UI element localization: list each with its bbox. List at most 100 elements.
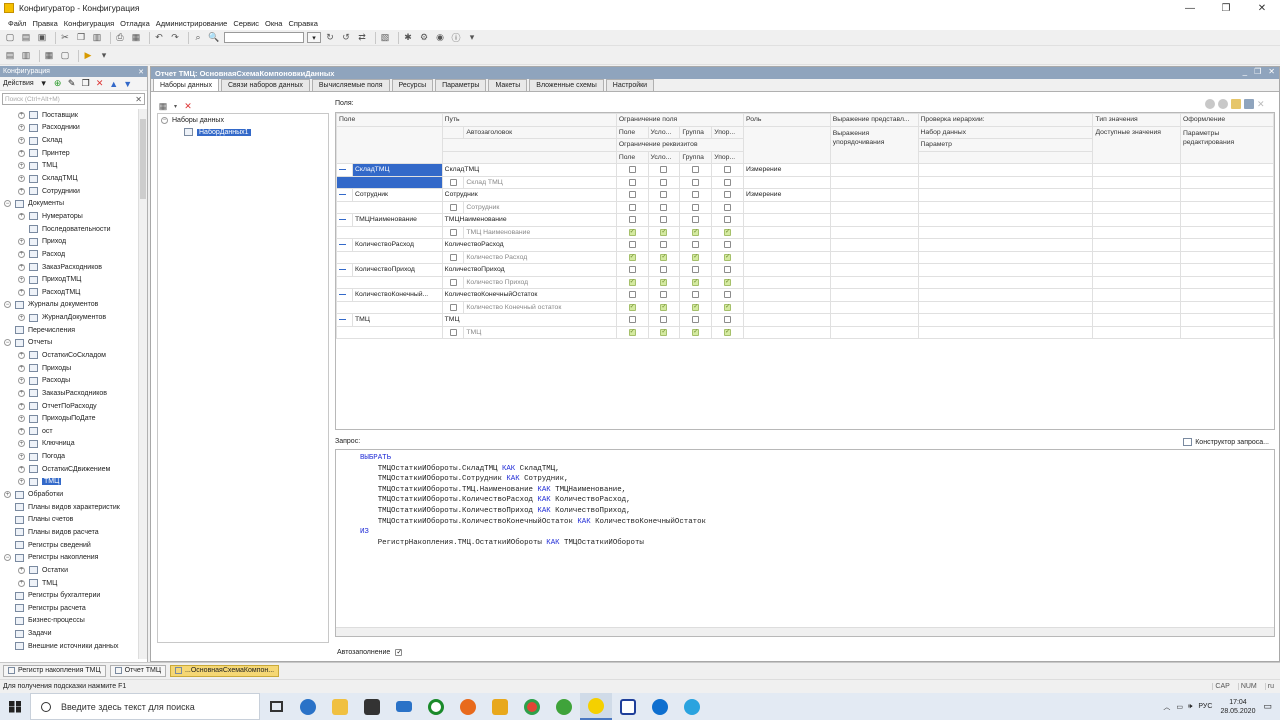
autotitle-checkbox[interactable] [449,328,457,336]
run-dropdown-icon[interactable]: ▾ [98,50,110,62]
expand-icon[interactable]: + [18,351,25,359]
taskbar-search[interactable]: Введите здесь текст для поиска [30,693,260,720]
expand-icon[interactable]: + [18,238,25,246]
tree-item[interactable]: Регистры бухгалтерии [0,589,138,602]
menu-item-3[interactable]: Отладка [120,19,150,28]
input-language[interactable]: РУС [1198,703,1212,710]
new-icon[interactable]: ▢ [4,32,16,44]
query-hscrollbar[interactable] [336,627,1274,636]
tree-item[interactable]: + ост [0,425,138,438]
restrict-field-checkbox[interactable] [724,266,732,274]
window-tab[interactable]: Отчет ТМЦ [109,664,167,677]
field-path[interactable]: КоличествоРасход [441,238,617,252]
expand-icon[interactable]: + [18,250,25,258]
field-title[interactable]: ТМЦ Наименование [463,225,617,239]
expand-icon[interactable]: + [18,440,25,448]
search-dropdown[interactable]: ▾ [307,32,321,43]
explorer-icon[interactable] [324,693,356,720]
field-title[interactable]: Количество Конечный остаток [463,300,617,314]
outlook-icon[interactable] [484,693,516,720]
col-format[interactable]: Оформление [1179,113,1274,127]
expand-icon[interactable]: + [18,402,25,410]
tree-item[interactable]: + Приход [0,235,138,248]
col-expr-repr[interactable]: Выражение представл... [829,113,919,127]
field-title[interactable]: Количество Приход [463,275,617,289]
window-close-icon[interactable]: ✕ [1268,67,1275,76]
restrict-field-checkbox[interactable] [692,291,700,299]
tree-item[interactable]: + ЖурналДокументов [0,311,138,324]
restrict-attr-checkbox[interactable]: ✓ [692,328,700,336]
field-row[interactable]: ТМЦНаименование ТМЦНаименование [336,213,1274,227]
add-dataset-icon[interactable]: ▦ [157,100,169,112]
field-title[interactable]: ТМЦ [463,325,617,339]
expand-icon[interactable]: + [18,389,25,397]
tree-item[interactable]: − Журналы документов [0,299,138,312]
tree-item[interactable]: + ОстаткиСоСкладом [0,349,138,362]
field-name[interactable]: ТМЦНаименование [352,213,443,227]
tab-4[interactable]: Параметры [435,79,487,91]
move-down-icon[interactable]: ▼ [123,79,133,89]
move-up-icon[interactable]: ▲ [109,79,119,89]
edit-icon[interactable]: ✎ [67,78,77,89]
field-path[interactable]: КоличествоКонечныйОстаток [441,288,617,302]
tree-item[interactable]: + ЗаказыРасходников [0,387,138,400]
expand-icon[interactable]: + [18,288,25,296]
restrict-attr-checkbox[interactable]: ✓ [692,303,700,311]
dataset-item[interactable]: НаборДанных1 [158,126,328,138]
row-collapse-icon[interactable] [339,268,346,271]
row-collapse-icon[interactable] [339,168,346,171]
window-list-icon[interactable]: ▢ [59,50,71,62]
restrict-attr-checkbox[interactable] [724,203,732,211]
field-role[interactable] [743,313,831,327]
restrict-field-checkbox[interactable] [724,166,732,174]
field-path[interactable]: ТМЦ [441,313,617,327]
cut-icon[interactable]: ✂ [59,32,71,44]
field-title[interactable]: Склад ТМЦ [463,175,617,189]
maximize-button[interactable]: ❐ [1208,0,1244,16]
field-row[interactable]: КоличествоПриход КоличествоПриход [336,263,1274,277]
restrict-attr-checkbox[interactable] [628,178,636,186]
paste-icon[interactable]: ▥ [91,32,103,44]
firefox-icon[interactable] [452,693,484,720]
col-path[interactable]: Путь [441,113,617,127]
field-row[interactable]: КоличествоРасход КоличествоРасход [336,238,1274,252]
save-icon[interactable]: ▣ [36,32,48,44]
tree-scrollbar[interactable] [138,109,147,659]
row-collapse-icon[interactable] [339,193,346,196]
expand-icon[interactable]: + [18,162,25,170]
1c-icon[interactable] [580,693,612,720]
tree-item[interactable]: + Остатки [0,564,138,577]
field-row[interactable]: СкладТМЦ СкладТМЦ Измерение [336,163,1274,177]
field-role[interactable] [743,288,831,302]
col-title[interactable]: Автозаголовок [463,125,617,139]
close-button[interactable]: ✕ [1244,0,1280,16]
restrict-field-checkbox[interactable] [724,191,732,199]
tree-item[interactable]: + Расходы [0,374,138,387]
expand-icon[interactable]: + [18,579,25,587]
col-edit-params[interactable]: Параметры редактирования [1179,125,1274,164]
col-restrict-attrs[interactable]: Ограничение реквизитов [615,138,745,152]
col-sub-group[interactable]: Группа [679,125,713,139]
add-dataset-dropdown-icon[interactable]: ▾ [173,100,178,112]
clock[interactable]: 17:04 28.05.2020 [1220,698,1255,716]
delete-dataset-icon[interactable]: ✕ [182,100,194,112]
tree-item[interactable]: + СкладТМЦ [0,172,138,185]
menu-item-6[interactable]: Окна [265,19,282,28]
col-dataset[interactable]: Набор данных [917,125,1094,139]
field-role[interactable]: Измерение [743,188,831,202]
autotitle-checkbox[interactable] [449,303,457,311]
field-row[interactable]: ТМЦ ТМЦ [336,313,1274,327]
field-name[interactable]: Сотрудник [352,188,443,202]
restrict-field-checkbox[interactable] [692,216,700,224]
field-folder-icon[interactable] [1218,99,1228,109]
clear-search-icon[interactable]: ✕ [135,95,142,104]
field-name[interactable]: КоличествоПриход [352,263,443,277]
open-icon[interactable]: ▤ [20,32,32,44]
restrict-attr-checkbox[interactable]: ✓ [660,228,668,236]
restrict-attr-checkbox[interactable]: ✓ [628,253,636,261]
find-icon[interactable]: ⌕ [192,32,204,44]
minimize-button[interactable]: — [1172,0,1208,16]
restrict-field-checkbox[interactable] [724,291,732,299]
tab-7[interactable]: Настройки [605,79,655,91]
row-collapse-icon[interactable] [339,318,346,321]
